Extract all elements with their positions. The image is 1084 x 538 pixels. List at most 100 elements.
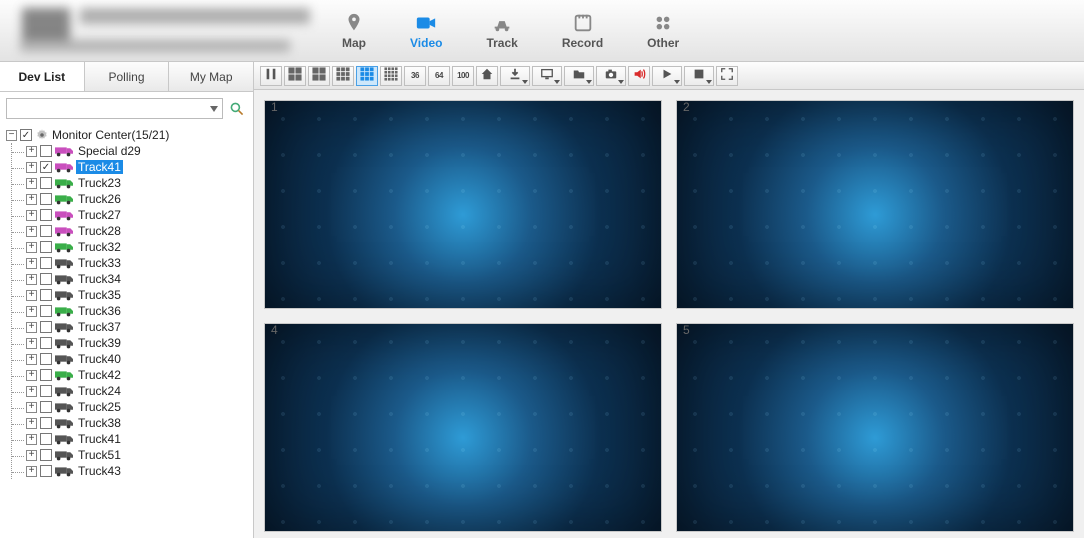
nav-record-label: Record bbox=[562, 36, 603, 50]
nav-map[interactable]: Map bbox=[342, 12, 366, 50]
search-button[interactable] bbox=[227, 99, 247, 119]
item-checkbox[interactable] bbox=[40, 465, 52, 477]
grid-64-button[interactable]: 64 bbox=[428, 66, 450, 86]
grid-100-button[interactable]: 100 bbox=[452, 66, 474, 86]
item-checkbox[interactable] bbox=[40, 273, 52, 285]
tree-item[interactable]: +Truck26 bbox=[26, 191, 249, 207]
expand-icon[interactable]: + bbox=[26, 418, 37, 429]
item-checkbox[interactable] bbox=[40, 241, 52, 253]
tree-item[interactable]: +Truck32 bbox=[26, 239, 249, 255]
nav-video[interactable]: Video bbox=[410, 12, 442, 50]
grid-3x3-button[interactable] bbox=[356, 66, 378, 86]
expand-icon[interactable]: + bbox=[26, 370, 37, 381]
item-checkbox[interactable] bbox=[40, 305, 52, 317]
expand-icon[interactable]: + bbox=[26, 258, 37, 269]
item-checkbox[interactable] bbox=[40, 257, 52, 269]
tree-item[interactable]: +Truck35 bbox=[26, 287, 249, 303]
nav-track[interactable]: Track bbox=[486, 12, 517, 50]
tab-polling[interactable]: Polling bbox=[85, 62, 170, 91]
tree-item[interactable]: +Special d29 bbox=[26, 143, 249, 159]
expand-icon[interactable]: + bbox=[26, 402, 37, 413]
tile-number: 1 bbox=[271, 100, 278, 114]
tree-item[interactable]: +Truck27 bbox=[26, 207, 249, 223]
tree-item[interactable]: +Truck42 bbox=[26, 367, 249, 383]
item-checkbox[interactable] bbox=[40, 385, 52, 397]
fullscreen-button[interactable] bbox=[716, 66, 738, 86]
sound-button[interactable] bbox=[628, 66, 650, 86]
tree-item[interactable]: +Truck39 bbox=[26, 335, 249, 351]
tab-dev-list[interactable]: Dev List bbox=[0, 62, 85, 91]
video-tile[interactable]: 2 bbox=[676, 100, 1074, 309]
expand-icon[interactable]: + bbox=[26, 306, 37, 317]
item-checkbox[interactable] bbox=[40, 321, 52, 333]
item-checkbox[interactable] bbox=[40, 401, 52, 413]
grid-1-5-button[interactable] bbox=[308, 66, 330, 86]
item-checkbox[interactable] bbox=[40, 417, 52, 429]
item-checkbox[interactable] bbox=[40, 289, 52, 301]
item-checkbox[interactable] bbox=[40, 353, 52, 365]
grid-4x4-button[interactable] bbox=[380, 66, 402, 86]
item-checkbox[interactable] bbox=[40, 161, 52, 173]
video-tile[interactable]: 1 bbox=[264, 100, 662, 309]
pause-button[interactable] bbox=[260, 66, 282, 86]
expand-icon[interactable]: + bbox=[26, 386, 37, 397]
item-checkbox[interactable] bbox=[40, 449, 52, 461]
item-checkbox[interactable] bbox=[40, 209, 52, 221]
play-button[interactable] bbox=[652, 66, 682, 86]
tree-item[interactable]: +Truck24 bbox=[26, 383, 249, 399]
item-checkbox[interactable] bbox=[40, 433, 52, 445]
grid-2x2-button[interactable] bbox=[284, 66, 306, 86]
tree-item[interactable]: +Truck43 bbox=[26, 463, 249, 479]
expand-icon[interactable]: + bbox=[26, 466, 37, 477]
grid-1-7-button[interactable] bbox=[332, 66, 354, 86]
video-tile[interactable]: 5 bbox=[676, 323, 1074, 532]
root-checkbox[interactable] bbox=[20, 129, 32, 141]
tree-root[interactable]: − Monitor Center(15/21) bbox=[6, 127, 249, 143]
item-checkbox[interactable] bbox=[40, 225, 52, 237]
grid-36-button[interactable]: 36 bbox=[404, 66, 426, 86]
expand-icon[interactable]: + bbox=[26, 434, 37, 445]
expand-icon[interactable]: + bbox=[26, 210, 37, 221]
tree-item[interactable]: +Truck37 bbox=[26, 319, 249, 335]
tree-item[interactable]: +Truck34 bbox=[26, 271, 249, 287]
search-input[interactable] bbox=[6, 98, 223, 119]
tree-item[interactable]: +Truck36 bbox=[26, 303, 249, 319]
item-checkbox[interactable] bbox=[40, 193, 52, 205]
expand-icon[interactable]: + bbox=[26, 194, 37, 205]
download-button[interactable] bbox=[500, 66, 530, 86]
expand-icon[interactable]: + bbox=[26, 322, 37, 333]
item-checkbox[interactable] bbox=[40, 369, 52, 381]
item-checkbox[interactable] bbox=[40, 337, 52, 349]
expand-icon[interactable]: + bbox=[26, 338, 37, 349]
expand-icon[interactable]: + bbox=[26, 178, 37, 189]
item-checkbox[interactable] bbox=[40, 177, 52, 189]
item-checkbox[interactable] bbox=[40, 145, 52, 157]
collapse-icon[interactable]: − bbox=[6, 130, 17, 141]
tree-item[interactable]: +Truck40 bbox=[26, 351, 249, 367]
expand-icon[interactable]: + bbox=[26, 354, 37, 365]
tree-item[interactable]: +Truck51 bbox=[26, 447, 249, 463]
expand-icon[interactable]: + bbox=[26, 226, 37, 237]
monitor-button[interactable] bbox=[532, 66, 562, 86]
expand-icon[interactable]: + bbox=[26, 162, 37, 173]
expand-icon[interactable]: + bbox=[26, 450, 37, 461]
expand-icon[interactable]: + bbox=[26, 274, 37, 285]
nav-record[interactable]: Record bbox=[562, 12, 603, 50]
tree-item[interactable]: +Truck25 bbox=[26, 399, 249, 415]
tab-my-map[interactable]: My Map bbox=[169, 62, 253, 91]
tree-item[interactable]: +Truck41 bbox=[26, 431, 249, 447]
tree-item[interactable]: +Track41 bbox=[26, 159, 249, 175]
expand-icon[interactable]: + bbox=[26, 146, 37, 157]
tree-item[interactable]: +Truck38 bbox=[26, 415, 249, 431]
folder-button[interactable] bbox=[564, 66, 594, 86]
tree-item[interactable]: +Truck23 bbox=[26, 175, 249, 191]
home-button[interactable] bbox=[476, 66, 498, 86]
camera-button[interactable] bbox=[596, 66, 626, 86]
nav-other[interactable]: Other bbox=[647, 12, 679, 50]
expand-icon[interactable]: + bbox=[26, 290, 37, 301]
video-tile[interactable]: 4 bbox=[264, 323, 662, 532]
tree-item[interactable]: +Truck33 bbox=[26, 255, 249, 271]
tree-item[interactable]: +Truck28 bbox=[26, 223, 249, 239]
stop-button[interactable] bbox=[684, 66, 714, 86]
expand-icon[interactable]: + bbox=[26, 242, 37, 253]
